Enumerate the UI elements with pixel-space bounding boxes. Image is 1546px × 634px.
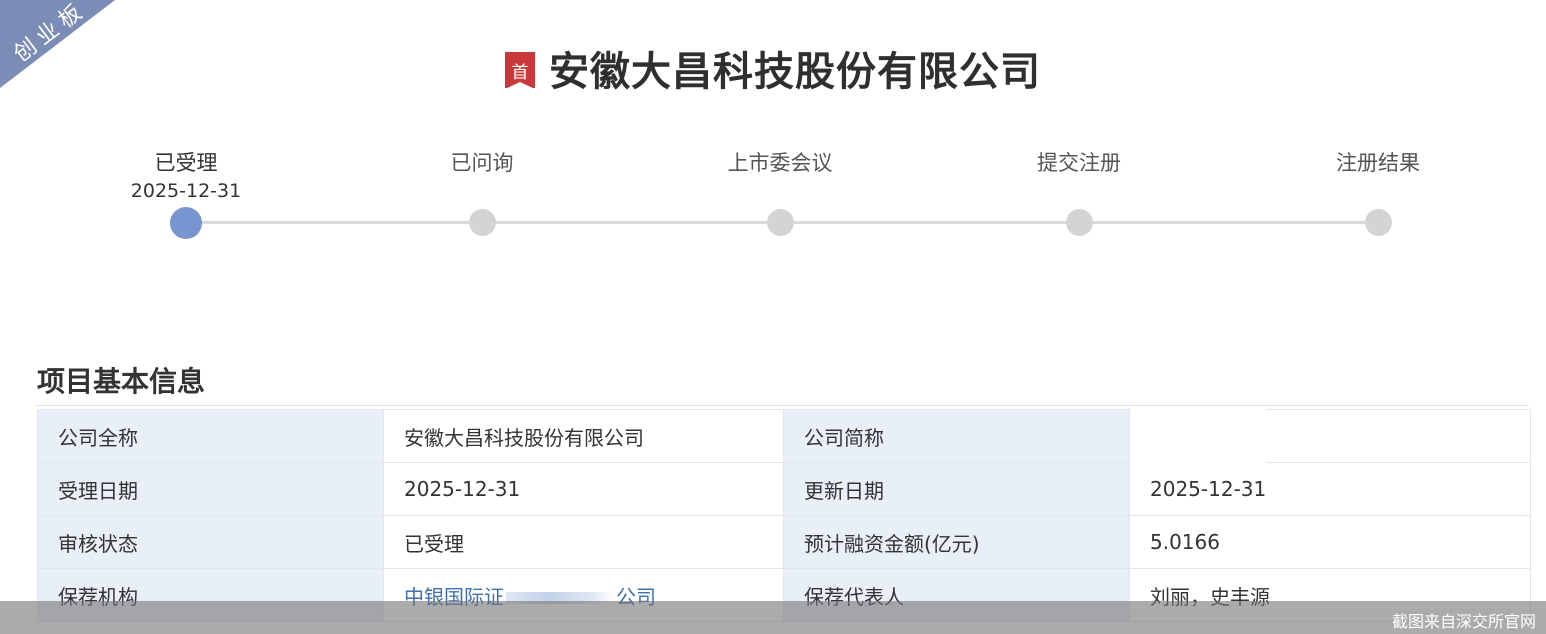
value-review-status: 已受理 [383, 515, 784, 569]
label-accept-date: 受理日期 [37, 462, 384, 516]
step-dot [1365, 209, 1392, 236]
section-divider [37, 405, 1529, 406]
step-date [959, 178, 1199, 204]
value-planned-financing: 5.0166 [1129, 515, 1531, 569]
redaction-blur [1131, 408, 1266, 464]
step-date [1258, 178, 1498, 204]
step-dot-active [170, 207, 202, 239]
value-full-name: 安徽大昌科技股份有限公司 [383, 409, 784, 463]
review-progress: 已受理 2025-12-31 已问询 上市委会议 提交注册 注册结果 [0, 148, 1546, 248]
step-label: 提交注册 [1037, 151, 1121, 175]
step-accepted: 已受理 2025-12-31 [66, 148, 306, 239]
step-dot [469, 209, 496, 236]
step-date [660, 178, 900, 204]
step-listing-committee: 上市委会议 [660, 148, 900, 236]
label-planned-financing: 预计融资金额(亿元) [783, 515, 1130, 569]
screenshot-source-bar: 截图来自深交所官网 [0, 601, 1546, 634]
step-dot [1066, 209, 1093, 236]
page-title: 安徽大昌科技股份有限公司 [549, 49, 1041, 95]
step-date: 2025-12-31 [130, 180, 242, 202]
label-full-name: 公司全称 [37, 409, 384, 463]
section-title: 项目基本信息 [37, 365, 206, 398]
step-inquired: 已问询 [362, 148, 602, 236]
step-label: 注册结果 [1336, 151, 1420, 175]
table-row: 公司全称 安徽大昌科技股份有限公司 公司简称 [37, 409, 1531, 463]
page-header: 首 安徽大昌科技股份有限公司 [0, 40, 1546, 96]
step-label: 已受理 [154, 151, 218, 175]
step-date [362, 178, 602, 204]
step-label: 已问询 [450, 151, 514, 175]
label-update-date: 更新日期 [783, 462, 1130, 516]
step-dot [767, 209, 794, 236]
label-review-status: 审核状态 [37, 515, 384, 569]
first-listing-badge: 首 [505, 52, 535, 89]
source-watermark: 截图来自深交所官网 [1391, 612, 1536, 631]
value-accept-date: 2025-12-31 [383, 462, 784, 516]
table-row: 审核状态 已受理 预计融资金额(亿元) 5.0166 [37, 515, 1531, 569]
step-label: 上市委会议 [727, 151, 833, 175]
step-submit-registration: 提交注册 [959, 148, 1199, 236]
project-info-table: 公司全称 安徽大昌科技股份有限公司 公司简称 受理日期 2025-12-31 更… [37, 409, 1531, 622]
table-row: 受理日期 2025-12-31 更新日期 2025-12-31 [37, 462, 1531, 516]
value-update-date: 2025-12-31 [1129, 462, 1531, 516]
step-registration-result: 注册结果 [1258, 148, 1498, 236]
label-short-name: 公司简称 [783, 409, 1130, 463]
